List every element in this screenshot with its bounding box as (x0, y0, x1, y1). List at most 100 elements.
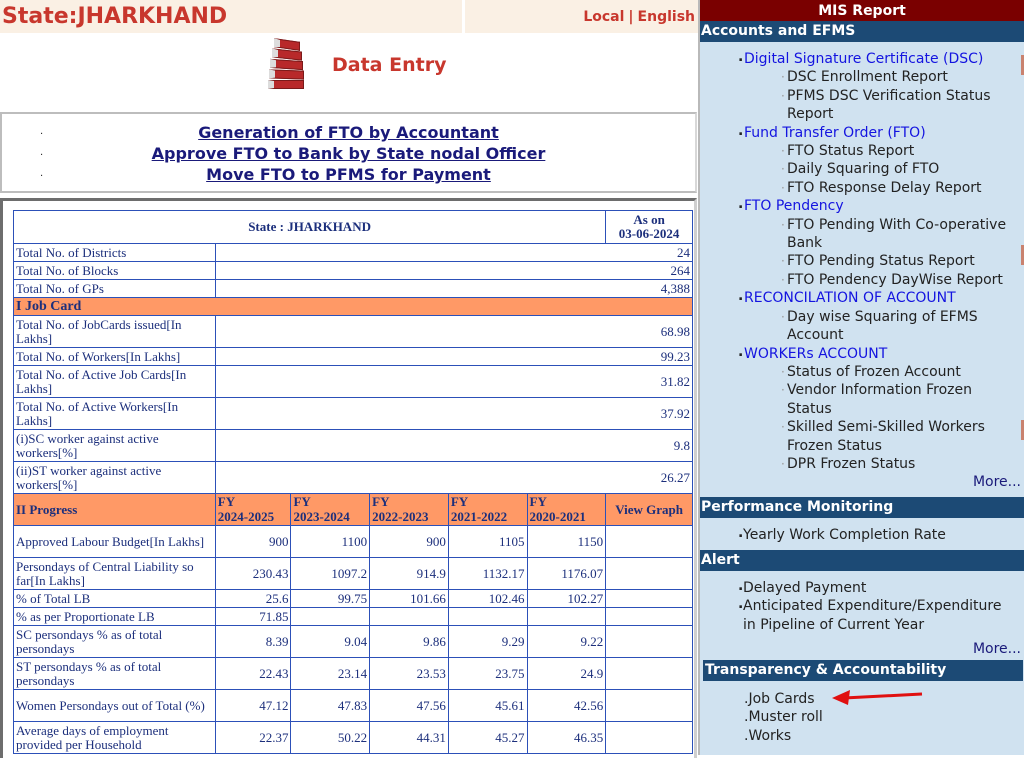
fy-value-cell: 8.39 (214, 625, 292, 658)
fy-value-cell: 1176.07 (526, 557, 607, 590)
report-link[interactable]: Day wise Squaring of EFMS Account (700, 308, 1024, 345)
data-entry-link[interactable]: Data Entry (264, 38, 446, 94)
fy-value-cell (447, 607, 528, 626)
fto-move-pfms-link[interactable]: Move FTO to PFMS for Payment (206, 165, 491, 184)
category-label: Fund Transfer Order (FTO) (744, 124, 926, 141)
summary-row: Total No. of GPs 4,388 (13, 279, 694, 298)
report-link[interactable]: FTO Pending Status Report (700, 252, 1024, 271)
state-stats-table: State : JHARKHAND As on 03-06-2024 Total… (12, 210, 694, 754)
row-label: (ii)ST worker against active workers[%] (13, 461, 216, 494)
row-label: (i)SC worker against active workers[%] (13, 429, 216, 462)
fy-year: 2021-2022 (450, 509, 508, 524)
performance-monitoring-heading: Performance Monitoring (700, 497, 1024, 519)
view-graph-cell[interactable] (605, 525, 693, 558)
accounts-efms-heading: Accounts and EFMS (700, 21, 1024, 42)
fy-value-cell (526, 607, 607, 626)
report-link[interactable]: Skilled Semi-Skilled Workers Frozen Stat… (700, 418, 1024, 455)
progress-row: Women Persondays out of Total (%) 47.12 47… (13, 689, 693, 722)
state-title: State:JHARKHAND (2, 4, 228, 29)
data-entry-label: Data Entry (332, 54, 447, 76)
report-link[interactable]: Daily Squaring of FTO (700, 160, 1024, 179)
report-link[interactable]: DPR Frozen Status (700, 455, 1024, 474)
fy-value-cell: 9.29 (447, 625, 528, 658)
accounts-category-link[interactable]: RECONCILATION OF ACCOUNT (700, 287, 1024, 307)
accounts-category-link[interactable]: WORKERs ACCOUNT (700, 342, 1024, 363)
alert-heading: Alert (700, 549, 1024, 571)
fy-value-cell: 9.86 (369, 625, 449, 658)
category-label: FTO Pendency (744, 198, 844, 215)
accounts-efms-list: Digital Signature Certificate (DSC)DSC E… (700, 42, 1024, 474)
row-label: Total No. of Blocks (13, 261, 216, 280)
fy-value-cell: 23.53 (369, 657, 449, 690)
view-graph-cell[interactable] (605, 589, 693, 608)
view-graph-link[interactable]: View Graph (605, 493, 693, 526)
fy-prefix: FY (293, 494, 311, 509)
view-graph-cell[interactable] (605, 625, 693, 658)
table-header-row: State : JHARKHAND As on 03-06-2024 (12, 210, 693, 244)
progress-row: SC persondays % as of total persondays 8.… (13, 625, 693, 658)
row-value: 24 (214, 243, 694, 262)
report-link[interactable]: PFMS DSC Verification Status Report (700, 87, 1024, 124)
fy-year: 2024-2025 (217, 509, 275, 524)
fy-value-cell: 9.22 (526, 625, 607, 658)
fy-prefix: FY (450, 494, 469, 509)
accounts-category-link[interactable]: FTO Pendency (700, 195, 1024, 215)
row-label: Total No. of GPs (13, 279, 216, 298)
top-bar: State:JHARKHAND Local | English (0, 0, 698, 33)
alert-report-link[interactable]: Anticipated Expenditure/Expenditure in P… (700, 595, 1024, 634)
job-card-row: Total No. of JobCards issued[In Lakhs] 68… (13, 315, 694, 348)
category-label: WORKERs ACCOUNT (744, 345, 888, 362)
fto-links-box: . Generation of FTO by Accountant . Appr… (0, 112, 697, 193)
fy-prefix: FY (217, 494, 236, 509)
fy-value-cell: 25.6 (214, 589, 292, 608)
view-graph-cell[interactable] (605, 557, 693, 590)
fy-value-cell: 45.27 (447, 721, 528, 754)
view-graph-cell[interactable] (605, 721, 693, 754)
fy-value-cell: 101.66 (369, 589, 449, 608)
row-label: Women Persondays out of Total (%) (13, 689, 216, 722)
job-card-row: (ii)ST worker against active workers[%] 2… (13, 461, 694, 494)
language-switcher: Local | English (465, 0, 698, 33)
report-link[interactable]: Vendor Information Frozen Status (700, 381, 1024, 418)
fto-link-row: . Generation of FTO by Accountant (40, 123, 499, 142)
accounts-more-link[interactable]: More... (700, 473, 1024, 491)
report-link[interactable]: DSC Enrollment Report (700, 68, 1024, 87)
fy-value-cell: 914.9 (369, 557, 449, 590)
fy-value-cell: 22.37 (214, 721, 292, 754)
view-graph-cell[interactable] (605, 657, 693, 690)
row-value: 9.8 (214, 429, 694, 462)
table-title: State : JHARKHAND (12, 210, 607, 244)
alert-more-link[interactable]: More... (700, 640, 1024, 658)
row-label: ST persondays % as of total persondays (13, 657, 216, 690)
accounts-category-link[interactable]: Digital Signature Certificate (DSC) (700, 48, 1024, 68)
row-label: SC persondays % as of total persondays (13, 625, 216, 658)
view-graph-cell[interactable] (605, 607, 693, 626)
progress-row: % as per Proportionate LB 71.85 (13, 607, 693, 626)
accounts-category-link[interactable]: Fund Transfer Order (FTO) (700, 122, 1024, 142)
fto-link-row: . Move FTO to PFMS for Payment (40, 165, 491, 184)
performance-report-link[interactable]: Yearly Work Completion Rate (700, 524, 1024, 544)
report-link[interactable]: Status of Frozen Account (700, 363, 1024, 382)
transparency-muster-roll-link[interactable]: .Muster roll (700, 708, 1024, 726)
red-arrow-annotation-icon (832, 690, 923, 705)
fto-approve-link[interactable]: Approve FTO to Bank by State nodal Offic… (152, 144, 546, 163)
progress-row: Persondays of Central Liability so far[I… (13, 557, 693, 590)
fy-value-cell: 24.9 (526, 657, 607, 690)
fy-value-cell: 99.75 (290, 589, 371, 608)
fto-generation-link[interactable]: Generation of FTO by Accountant (198, 123, 499, 142)
lang-english-link[interactable]: English (638, 9, 695, 25)
fy-value-cell: 47.56 (369, 689, 449, 722)
transparency-heading: Transparency & Accountability (703, 659, 1023, 681)
report-link[interactable]: FTO Pending With Co-operative Bank (700, 216, 1024, 253)
alert-report-link[interactable]: Delayed Payment (700, 577, 1024, 597)
view-graph-cell[interactable] (605, 689, 693, 722)
fy-value-cell: 42.56 (526, 689, 607, 722)
report-link[interactable]: FTO Status Report (700, 142, 1024, 161)
lang-local-link[interactable]: Local (583, 9, 624, 25)
row-label: Total No. of Active Workers[In Lakhs] (13, 397, 216, 430)
mis-report-title: MIS Report (700, 0, 1024, 21)
transparency-works-link[interactable]: .Works (700, 727, 1024, 745)
report-link[interactable]: FTO Response Delay Report (700, 179, 1024, 198)
binders-stack-icon (264, 38, 312, 94)
report-link[interactable]: FTO Pendency DayWise Report (700, 271, 1024, 290)
